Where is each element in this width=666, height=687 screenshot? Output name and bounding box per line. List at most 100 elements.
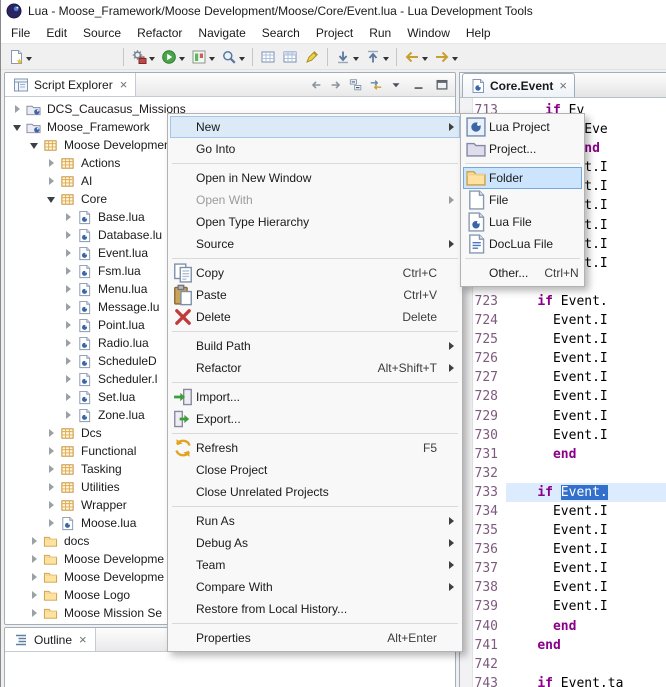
collapse-arrow-icon[interactable] (45, 193, 58, 206)
code-text[interactable]: Event.I (506, 540, 666, 559)
menu-item-open-in-new-window[interactable]: Open in New Window (170, 167, 460, 189)
mark-occurrences-button[interactable] (301, 46, 323, 68)
expand-arrow-icon[interactable] (62, 283, 75, 296)
code-text[interactable]: Event.I (506, 597, 666, 616)
expand-arrow-icon[interactable] (62, 319, 75, 332)
next-annotation-button[interactable] (332, 46, 362, 68)
menu-item-folder[interactable]: Folder (463, 167, 582, 189)
code-text[interactable]: Event.I (506, 387, 666, 406)
collapse-arrow-icon[interactable] (28, 139, 41, 152)
open-search-button[interactable] (218, 46, 248, 68)
maximize-button[interactable] (432, 75, 451, 94)
close-icon[interactable]: × (120, 78, 128, 91)
menu-run[interactable]: Run (361, 24, 399, 42)
new-wizard-button[interactable] (5, 46, 35, 68)
previous-annotation-button[interactable] (362, 46, 392, 68)
code-text[interactable]: Event.I (506, 311, 666, 330)
dropdown-caret-icon[interactable] (353, 57, 359, 64)
code-text[interactable]: if Event. (506, 292, 666, 311)
menu-item-other[interactable]: Other...Ctrl+N (463, 262, 582, 284)
menu-item-file[interactable]: File (463, 189, 582, 211)
menu-item-source[interactable]: Source (170, 233, 460, 255)
expand-arrow-icon[interactable] (62, 409, 75, 422)
menu-item-project[interactable]: Project... (463, 138, 582, 160)
menu-item-go-into[interactable]: Go Into (170, 138, 460, 160)
expand-arrow-icon[interactable] (11, 103, 24, 116)
expand-arrow-icon[interactable] (45, 427, 58, 440)
menu-item-properties[interactable]: PropertiesAlt+Enter (170, 627, 460, 649)
expand-arrow-icon[interactable] (62, 337, 75, 350)
expand-arrow-icon[interactable] (28, 607, 41, 620)
code-text[interactable]: Event.I (506, 349, 666, 368)
menu-item-paste[interactable]: PasteCtrl+V (170, 284, 460, 306)
code-text[interactable]: if Event.ta (506, 674, 666, 687)
expand-arrow-icon[interactable] (45, 175, 58, 188)
menu-window[interactable]: Window (399, 24, 458, 42)
menu-item-team[interactable]: Team (170, 554, 460, 576)
dropdown-caret-icon[interactable] (209, 57, 215, 64)
code-text[interactable] (506, 464, 666, 483)
forward-button[interactable] (326, 75, 345, 94)
code-text[interactable]: Event.I (506, 578, 666, 597)
collapse-all-button[interactable] (346, 75, 365, 94)
menu-refactor[interactable]: Refactor (129, 24, 190, 42)
menu-item-run-as[interactable]: Run As (170, 510, 460, 532)
menu-help[interactable]: Help (458, 24, 499, 42)
code-text[interactable]: end (506, 445, 666, 464)
expand-arrow-icon[interactable] (62, 301, 75, 314)
expand-arrow-icon[interactable] (62, 373, 75, 386)
menu-item-copy[interactable]: CopyCtrl+C (170, 262, 460, 284)
menu-item-doclua-file[interactable]: DocLua File (463, 233, 582, 255)
expand-arrow-icon[interactable] (62, 229, 75, 242)
back-button[interactable] (306, 75, 325, 94)
run-button[interactable] (158, 46, 188, 68)
code-text[interactable]: end (506, 617, 666, 636)
menu-item-import[interactable]: Import... (170, 386, 460, 408)
code-text[interactable]: Event.I (506, 502, 666, 521)
expand-arrow-icon[interactable] (28, 553, 41, 566)
forward-history-button[interactable] (431, 46, 461, 68)
menu-item-close-unrelated-projects[interactable]: Close Unrelated Projects (170, 481, 460, 503)
menu-item-export[interactable]: Export... (170, 408, 460, 430)
dropdown-caret-icon[interactable] (149, 57, 155, 64)
collapse-arrow-icon[interactable] (11, 121, 24, 134)
menu-project[interactable]: Project (308, 24, 361, 42)
menu-file[interactable]: File (3, 24, 38, 42)
menu-item-refresh[interactable]: RefreshF5 (170, 437, 460, 459)
code-text[interactable]: Event.I (506, 330, 666, 349)
view-menu-button[interactable] (386, 75, 405, 94)
expand-arrow-icon[interactable] (62, 265, 75, 278)
menu-item-compare-with[interactable]: Compare With (170, 576, 460, 598)
code-text[interactable]: Event.I (506, 521, 666, 540)
expand-arrow-icon[interactable] (45, 517, 58, 530)
menu-item-close-project[interactable]: Close Project (170, 459, 460, 481)
link-with-editor-button[interactable] (366, 75, 385, 94)
expand-arrow-icon[interactable] (45, 481, 58, 494)
menu-item-debug-as[interactable]: Debug As (170, 532, 460, 554)
dropdown-caret-icon[interactable] (422, 57, 428, 64)
menu-item-lua-file[interactable]: Lua File (463, 211, 582, 233)
expand-arrow-icon[interactable] (45, 499, 58, 512)
expand-arrow-icon[interactable] (45, 445, 58, 458)
expand-arrow-icon[interactable] (62, 247, 75, 260)
menu-search[interactable]: Search (254, 24, 308, 42)
dropdown-caret-icon[interactable] (239, 57, 245, 64)
tab-outline[interactable]: Outline × (5, 628, 96, 651)
expand-arrow-icon[interactable] (45, 157, 58, 170)
tab-core-event[interactable]: Core.Event × (462, 73, 575, 97)
tab-script-explorer[interactable]: Script Explorer × (5, 73, 136, 96)
menu-source[interactable]: Source (75, 24, 129, 42)
menu-item-lua-project[interactable]: Lua Project (463, 116, 582, 138)
dropdown-caret-icon[interactable] (26, 57, 32, 64)
show-occurrences-table-button[interactable] (279, 46, 301, 68)
expand-arrow-icon[interactable] (45, 463, 58, 476)
code-coverage-button[interactable] (188, 46, 218, 68)
code-text[interactable]: Event.I (506, 559, 666, 578)
code-text[interactable]: Event.I (506, 368, 666, 387)
menu-item-open-type-hierarchy[interactable]: Open Type Hierarchy (170, 211, 460, 233)
menu-item-restore-from-local-history[interactable]: Restore from Local History... (170, 598, 460, 620)
menu-item-build-path[interactable]: Build Path (170, 335, 460, 357)
code-text[interactable]: end (506, 636, 666, 655)
menu-edit[interactable]: Edit (38, 24, 75, 42)
menu-navigate[interactable]: Navigate (190, 24, 253, 42)
